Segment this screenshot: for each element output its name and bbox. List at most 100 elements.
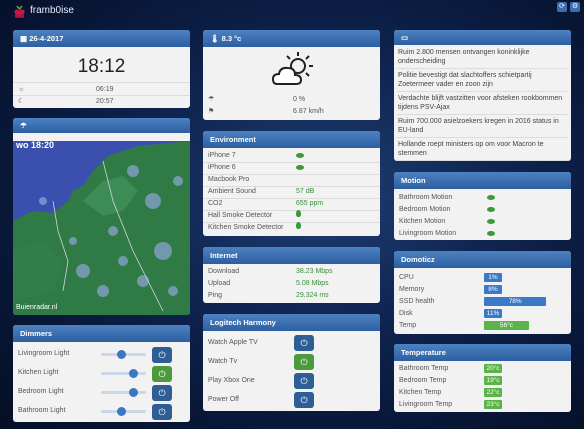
motion-row: Livingroom Motion — [399, 228, 566, 240]
temperature-label: Bathroom Temp — [399, 365, 449, 372]
harmony-header: Logitech Harmony — [203, 314, 380, 331]
eye-icon — [296, 165, 304, 170]
motion-panel: Motion Bathroom Motion Bedroom Motion Kitc… — [394, 172, 571, 240]
internet-label: Upload — [208, 280, 231, 287]
environment-label: Macbook Pro — [208, 176, 250, 183]
refresh-button[interactable]: ⟳ — [557, 2, 567, 12]
environment-row: Kitchen Smoke Detector — [208, 222, 375, 234]
harmony-label: Watch Tv — [208, 358, 238, 365]
radar-panel: ☂ wo 18:20 Buienradar.nl — [13, 118, 190, 315]
environment-label: Hall Smoke Detector — [208, 212, 273, 219]
moon-icon: ☾ — [18, 98, 25, 105]
environment-panel: Environment iPhone 7 iPhone 6 Macbook Pro A… — [203, 131, 380, 236]
harmony-label: Watch Apple TV — [208, 339, 258, 346]
internet-value: 29.324 ms — [296, 292, 329, 299]
dimmer-power-button[interactable]: ⏻ — [152, 404, 172, 420]
rain-value: 0 % — [293, 96, 306, 103]
environment-row: CO2 655 ppm — [208, 198, 375, 210]
news-item[interactable]: Ruim 700.000 asielzoekers kregen in 2016… — [397, 115, 568, 138]
temperature-badge: 20°c — [484, 364, 502, 373]
harmony-activity-button[interactable]: ⏻ — [294, 335, 314, 351]
eye-icon — [296, 153, 304, 158]
dimmer-slider[interactable] — [101, 369, 146, 378]
environment-value: 57 dB — [296, 188, 315, 195]
temperature-header: Temperature — [394, 344, 571, 361]
news-header: ▭ — [394, 30, 571, 45]
umbrella-icon: ☂ — [208, 96, 215, 103]
temperature-label: Bedroom Temp — [399, 377, 447, 384]
harmony-activity-button[interactable]: ⏻ — [294, 354, 314, 370]
dimmer-slider[interactable] — [101, 407, 146, 416]
radar-credit: Buienradar.nl — [16, 304, 58, 311]
power-icon: ⏻ — [300, 395, 308, 405]
dimmer-power-button[interactable]: ⏻ — [152, 366, 172, 382]
domoticz-bar: 11% — [484, 309, 502, 318]
temperature-row: Livingroom Temp — [399, 399, 566, 411]
dimmer-power-button[interactable]: ⏻ — [152, 347, 172, 363]
environment-value — [296, 222, 301, 234]
temperature-row: Kitchen Temp — [399, 387, 566, 399]
motion-label: Bathroom Motion — [399, 194, 453, 201]
motion-label: Kitchen Motion — [399, 218, 446, 225]
eye-icon — [487, 207, 495, 212]
power-icon: ⏻ — [158, 407, 166, 417]
environment-label: iPhone 7 — [208, 152, 236, 159]
environment-row: iPhone 6 — [208, 162, 375, 174]
environment-label: Kitchen Smoke Detector — [208, 224, 284, 231]
news-item[interactable]: Verdachte blijft vastzitten voor afsteke… — [397, 92, 568, 115]
motion-row: Bathroom Motion — [399, 192, 566, 204]
calendar-icon: ▦ — [20, 34, 28, 43]
environment-row: iPhone 7 — [208, 150, 375, 162]
environment-row: Ambient Sound 57 dB — [208, 186, 375, 198]
rain-row: ☂ 0 % — [208, 94, 375, 106]
harmony-label: Play Xbox One — [208, 377, 255, 384]
temperature-badge: 19°c — [484, 376, 502, 385]
dimmer-label: Kitchen Light — [18, 369, 59, 376]
weather-temp: 8.3 °c — [221, 34, 242, 43]
weather-panel: 🌡 8.3 °c ☂ 0 % ⚑ 6.87 km/h — [203, 30, 380, 120]
dimmer-label: Bathroom Light — [18, 407, 66, 414]
internet-value: 5.08 Mbps — [296, 280, 329, 287]
motion-label: Bedroom Motion — [399, 206, 451, 213]
settings-button[interactable]: ⚙ — [570, 2, 580, 12]
slider-handle[interactable] — [128, 369, 138, 378]
power-icon: ⏻ — [300, 357, 308, 367]
internet-header: Internet — [203, 247, 380, 264]
dimmer-power-button[interactable]: ⏻ — [152, 385, 172, 401]
temperature-row: Bathroom Temp — [399, 363, 566, 375]
motion-status — [487, 204, 495, 216]
radar-map[interactable] — [13, 141, 190, 315]
dimmer-slider[interactable] — [101, 388, 146, 397]
harmony-row: Watch Apple TV — [208, 337, 375, 349]
umbrella-icon: ☂ — [20, 121, 27, 130]
domoticz-header: Domoticz — [394, 251, 571, 268]
internet-row: Upload 5.08 Mbps — [208, 278, 375, 290]
harmony-activity-button[interactable]: ⏻ — [294, 392, 314, 408]
domoticz-label: Temp — [399, 322, 417, 329]
domoticz-row: Temp — [399, 320, 566, 332]
domoticz-bar: 78% — [484, 297, 547, 306]
harmony-row: Power Off — [208, 394, 375, 406]
environment-row: Macbook Pro — [208, 174, 375, 186]
news-item[interactable]: Ruim 2.800 mensen ontvangen koninklijke … — [397, 46, 568, 69]
power-icon: ⏻ — [300, 376, 308, 386]
wind-value: 6.87 km/h — [293, 108, 324, 115]
temperature-badge: 23°c — [484, 400, 502, 409]
news-item[interactable]: Hollande roept ministers op om voor Macr… — [397, 138, 568, 161]
domoticz-row: Memory — [399, 284, 566, 296]
sunrise-icon: ☼ — [18, 86, 25, 93]
power-icon: ⏻ — [158, 369, 166, 379]
domoticz-row: CPU — [399, 272, 566, 284]
sunset-row: ☾ 20:57 — [18, 96, 185, 108]
temperature-label: Livingroom Temp — [399, 401, 453, 408]
news-item[interactable]: Politie bevestigt dat slachtoffers schie… — [397, 69, 568, 92]
harmony-activity-button[interactable]: ⏻ — [294, 373, 314, 389]
dimmers-panel: Dimmers Livingroom Light ⏻ Kitchen Light ⏻ B… — [13, 325, 190, 422]
temperature-panel: Temperature Bathroom Temp 20°c Bedroom Tem… — [394, 344, 571, 412]
domoticz-panel: Domoticz CPU 1% Memory 8% SSD health 78% Disk 1… — [394, 251, 571, 334]
motion-status — [487, 216, 495, 228]
dimmer-slider[interactable] — [101, 350, 146, 359]
dimmer-label: Livingroom Light — [18, 350, 70, 357]
internet-panel: Internet Download 38.23 Mbps Upload 5.08 Mb… — [203, 247, 380, 303]
power-icon: ⏻ — [300, 338, 308, 348]
